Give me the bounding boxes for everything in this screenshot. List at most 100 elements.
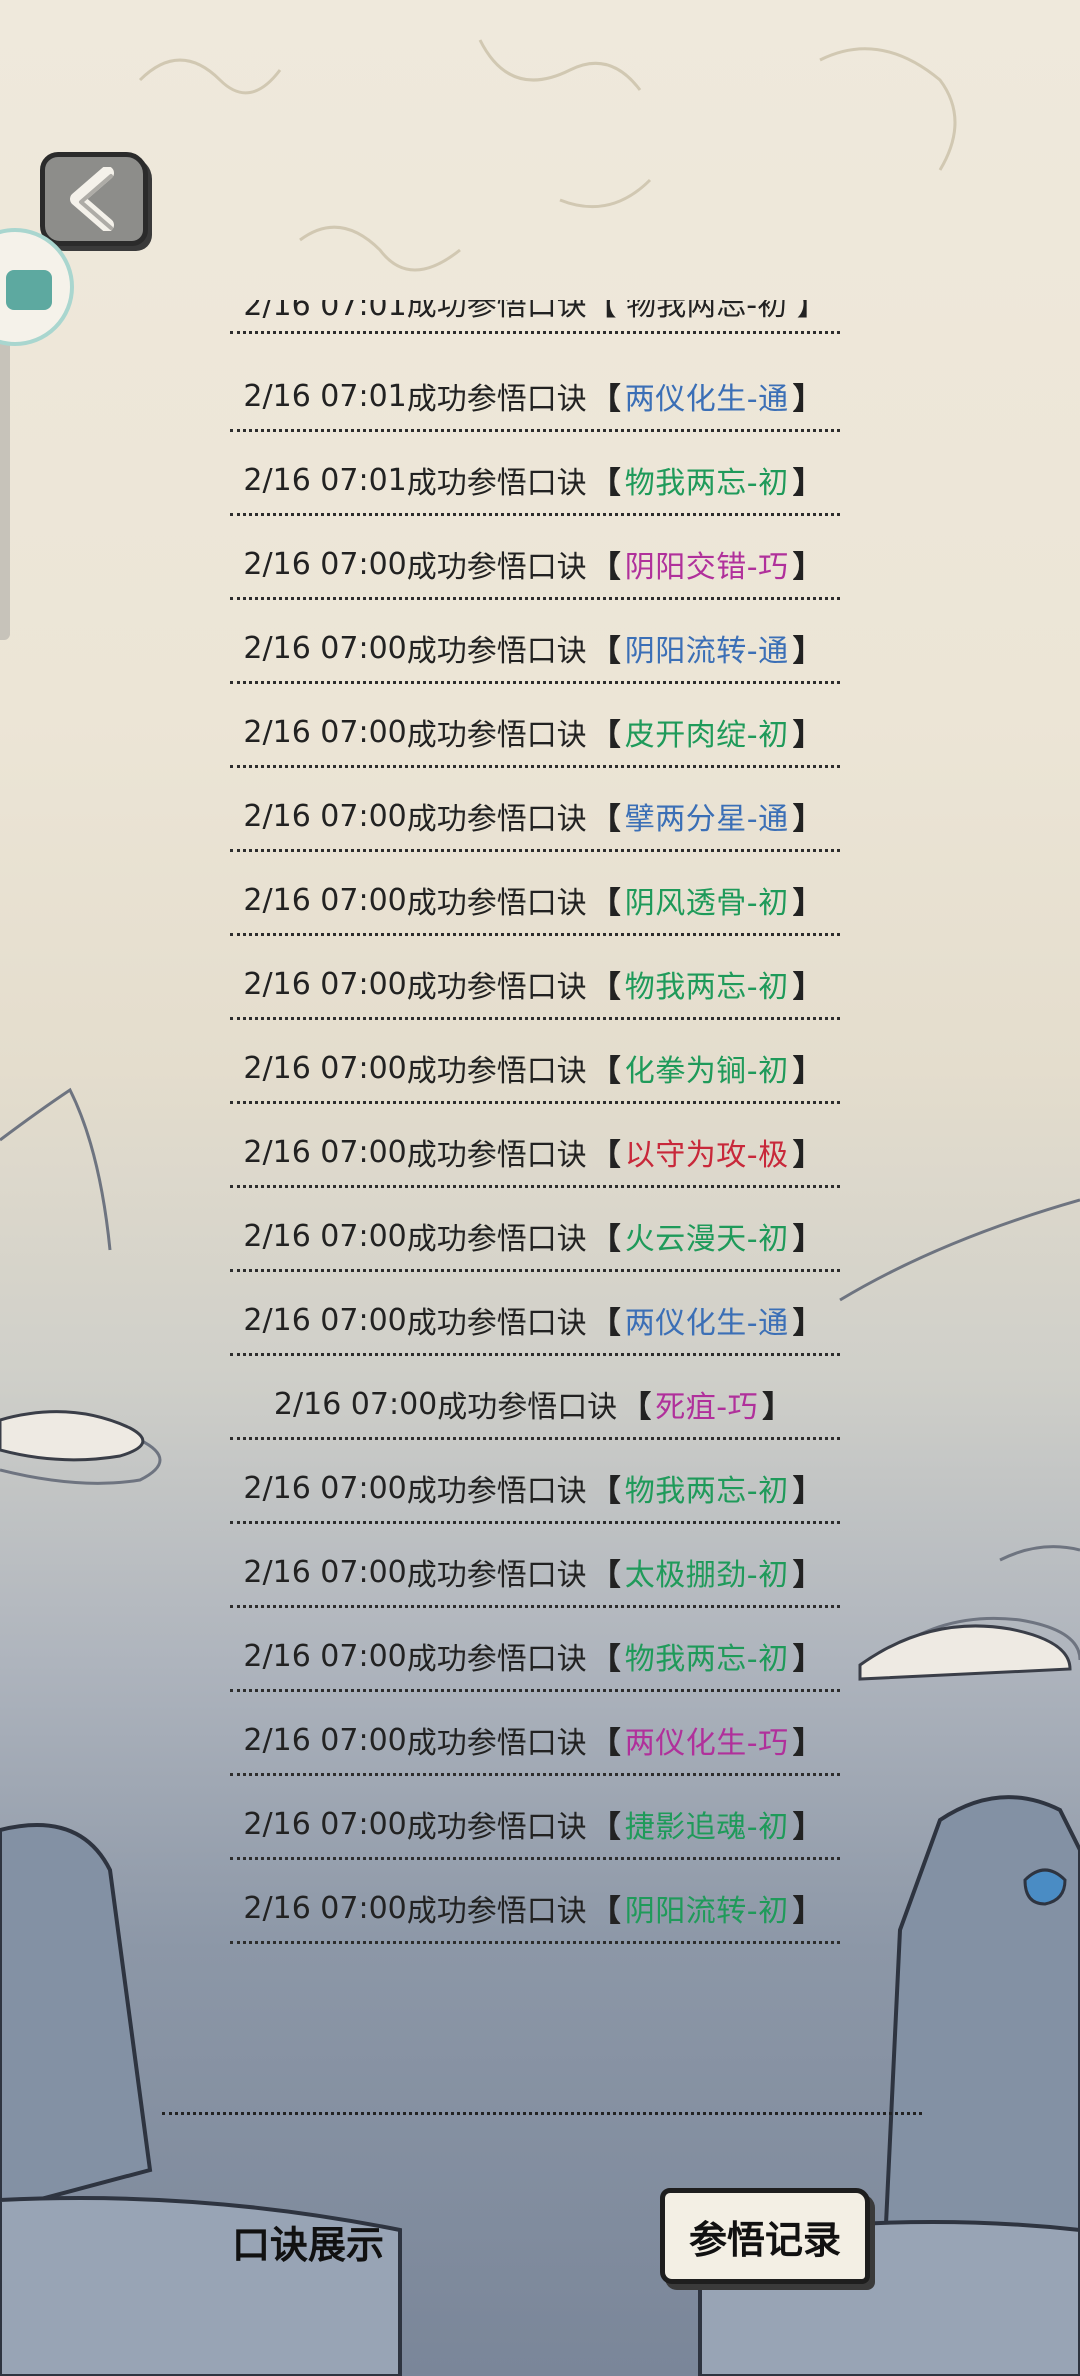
bracket-open: 【: [590, 1558, 621, 1593]
record-skill: 以守为攻-极: [624, 1138, 789, 1173]
assistive-bubble-icon: [6, 270, 52, 310]
record-skill: 阴阳流转-通: [624, 634, 789, 669]
record-row: 2/16 07:00 成功参悟口诀【物我两忘-初】: [230, 942, 840, 1026]
bracket-close: 】: [792, 970, 823, 1005]
comprehension-record-button[interactable]: 参悟记录: [660, 2188, 870, 2284]
record-row: 2/16 07:00 成功参悟口诀【两仪化生-通】: [230, 1278, 840, 1362]
bracket-open: 【: [590, 1474, 621, 1509]
chevron-left-icon: [70, 167, 114, 231]
record-text: 成功参悟口诀: [406, 1642, 587, 1677]
record-skill: 死疽-巧: [655, 1390, 759, 1425]
record-text: 成功参悟口诀: [406, 634, 587, 669]
record-text: 成功参悟口诀: [406, 1474, 587, 1509]
record-skill: 物我两忘-初: [624, 466, 789, 501]
bracket-close: 】: [792, 1894, 823, 1929]
record-list[interactable]: 2/16 07:01 成功参悟口诀【两仪化生-通】 2/16 07:01 成功参悟口诀…: [230, 354, 840, 1950]
record-skill: 擘两分星-通: [624, 802, 789, 837]
record-time: 2/16 07:00: [273, 1386, 438, 1422]
record-text: 成功参悟口诀: [406, 1810, 587, 1845]
bracket-open: 【: [590, 1894, 621, 1929]
record-time: 2/16 07:00: [243, 1470, 407, 1506]
record-text: 成功参悟口诀: [406, 886, 587, 921]
record-time: 2/16 07:00: [243, 1890, 407, 1926]
record-row: 2/16 07:00 成功参悟口诀【皮开肉绽-初】: [230, 690, 840, 774]
record-text: 成功参悟口诀: [406, 1306, 587, 1341]
record-time: 2/16 07:00: [243, 966, 407, 1002]
record-skill: 皮开肉绽-初: [624, 718, 789, 753]
record-skill: 阴风透骨-初: [624, 886, 789, 921]
record-text: 成功参悟口诀: [406, 382, 587, 417]
bracket-close: 】: [792, 1306, 823, 1341]
record-skill: 两仪化生-通: [624, 382, 789, 417]
bracket-close: 】: [792, 886, 823, 921]
record-text: 成功参悟口诀: [406, 466, 587, 501]
bracket-open: 【: [590, 1222, 621, 1257]
bracket-open: 【: [590, 1306, 621, 1341]
back-button[interactable]: [40, 152, 148, 246]
bracket-close: 】: [792, 1558, 823, 1593]
bracket-close: 】: [792, 550, 823, 585]
bracket-close: 】: [792, 1810, 823, 1845]
record-skill: 火云漫天-初: [624, 1222, 789, 1257]
bottom-divider: [162, 2112, 922, 2115]
record-time: 2/16 07:00: [243, 1722, 407, 1758]
record-row: 2/16 07:00 成功参悟口诀【以守为攻-极】: [230, 1110, 840, 1194]
record-time: 2/16 07:01: [243, 462, 407, 498]
bracket-close: 】: [792, 466, 823, 501]
bracket-open: 【: [590, 1138, 621, 1173]
record-time: 2/16 07:00: [243, 1806, 407, 1842]
record-skill: 物我两忘-初: [624, 1474, 789, 1509]
record-skill: 化拳为锏-初: [624, 1054, 789, 1089]
bracket-close: 】: [792, 1726, 823, 1761]
record-text: 成功参悟口诀: [437, 1390, 618, 1425]
bracket-close: 】: [792, 802, 823, 837]
bracket-open: 【: [590, 634, 621, 669]
edge-handle[interactable]: [0, 300, 10, 640]
record-time: 2/16 07:00: [243, 1218, 407, 1254]
record-row: 2/16 07:00 成功参悟口诀【擘两分星-通】: [230, 774, 840, 858]
partial-record-row: 2/16 07:01成功参悟口诀【 物我两忘-初 】: [230, 300, 840, 334]
record-text: 成功参悟口诀: [406, 1138, 587, 1173]
bracket-close: 】: [792, 718, 823, 753]
record-text: 成功参悟口诀: [406, 1558, 587, 1593]
record-text: 成功参悟口诀: [406, 550, 587, 585]
record-skill: 两仪化生-巧: [624, 1726, 789, 1761]
record-text: 成功参悟口诀: [406, 1894, 587, 1929]
bracket-close: 】: [792, 1138, 823, 1173]
record-row: 2/16 07:00 成功参悟口诀【物我两忘-初】: [230, 1614, 840, 1698]
bracket-open: 【: [590, 382, 621, 417]
record-text: 成功参悟口诀: [406, 1726, 587, 1761]
record-time: 2/16 07:00: [243, 1134, 407, 1170]
record-skill: 阴阳交错-巧: [624, 550, 789, 585]
bracket-close: 】: [792, 382, 823, 417]
record-time: 2/16 07:00: [243, 1638, 407, 1674]
record-text: 成功参悟口诀: [406, 970, 587, 1005]
mantra-display-tab[interactable]: 口诀展示: [232, 2214, 384, 2269]
record-time: 2/16 07:01: [243, 378, 407, 414]
record-text: 成功参悟口诀: [406, 1054, 587, 1089]
record-time: 2/16 07:00: [243, 714, 407, 750]
record-time: 2/16 07:00: [243, 1554, 407, 1590]
record-row: 2/16 07:00 成功参悟口诀【阴风透骨-初】: [230, 858, 840, 942]
bracket-open: 【: [590, 886, 621, 921]
bracket-open: 【: [590, 970, 621, 1005]
bracket-close: 】: [792, 1642, 823, 1677]
partial-record-text: 2/16 07:01成功参悟口诀【 物我两忘-初 】: [243, 300, 827, 323]
record-skill: 阴阳流转-初: [624, 1894, 789, 1929]
record-time: 2/16 07:00: [243, 546, 407, 582]
record-row: 2/16 07:00 成功参悟口诀【化拳为锏-初】: [230, 1026, 840, 1110]
record-row: 2/16 07:01 成功参悟口诀【物我两忘-初】: [230, 438, 840, 522]
record-time: 2/16 07:00: [243, 798, 407, 834]
record-row: 2/16 07:00 成功参悟口诀【捷影追魂-初】: [230, 1782, 840, 1866]
record-row: 2/16 07:00 成功参悟口诀【太极掤劲-初】: [230, 1530, 840, 1614]
bracket-open: 【: [590, 1642, 621, 1677]
record-row: 2/16 07:00 成功参悟口诀【物我两忘-初】: [230, 1446, 840, 1530]
record-skill: 物我两忘-初: [624, 970, 789, 1005]
record-text: 成功参悟口诀: [406, 1222, 587, 1257]
record-row: 2/16 07:00 成功参悟口诀【阴阳交错-巧】: [230, 522, 840, 606]
record-row: 2/16 07:00 成功参悟口诀【死疽-巧】: [230, 1362, 840, 1446]
bracket-close: 】: [792, 634, 823, 669]
bracket-open: 【: [590, 1810, 621, 1845]
bracket-close: 】: [792, 1474, 823, 1509]
bracket-open: 【: [621, 1390, 652, 1425]
